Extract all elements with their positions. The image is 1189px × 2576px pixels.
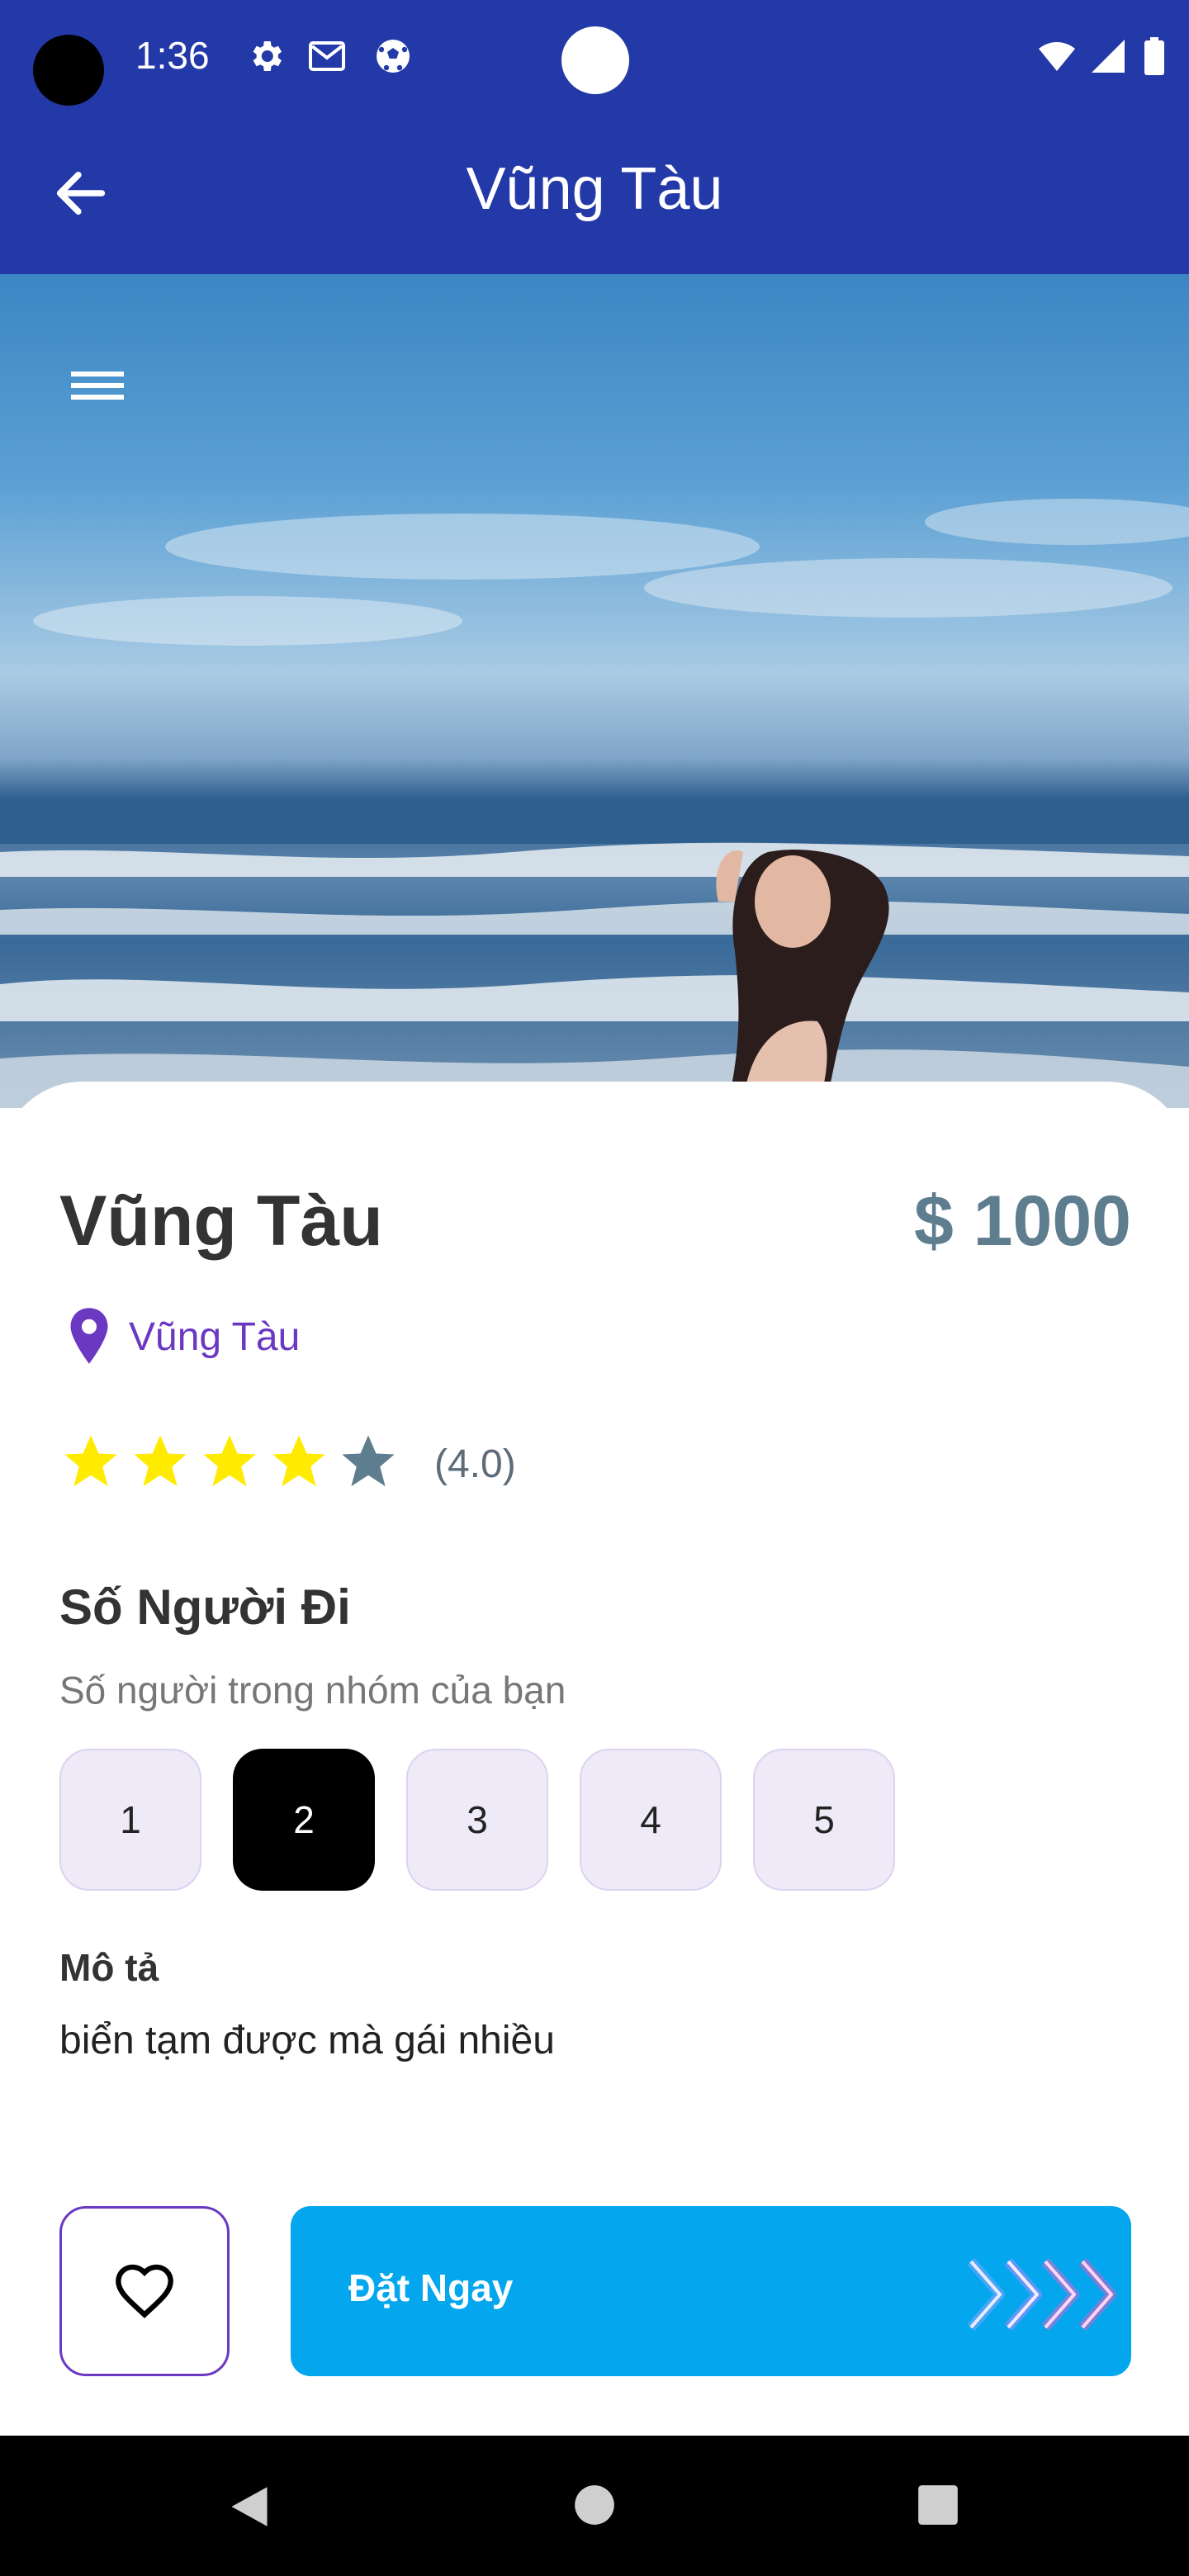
hamburger-menu-icon[interactable]: [66, 357, 132, 414]
beach-photo: [0, 499, 1189, 1108]
soccer-ball-icon: [377, 40, 410, 73]
star-filled-icon: [134, 1435, 187, 1487]
signal-icon: [1092, 40, 1125, 73]
heart-outline-icon: [116, 2264, 173, 2318]
notch-indicator: [561, 26, 629, 94]
gmail-icon: [309, 41, 345, 71]
people-option-3[interactable]: 3: [406, 1749, 548, 1891]
people-option-1[interactable]: 1: [59, 1749, 201, 1891]
people-option-5[interactable]: 5: [753, 1749, 895, 1891]
status-time: 1:36: [135, 34, 210, 77]
destination-title: Vũng Tàu: [59, 1181, 383, 1261]
people-section-title: Số Người Đi: [59, 1579, 351, 1635]
wifi-icon: [1039, 42, 1075, 71]
hero-image: [0, 274, 1189, 1108]
page-title: Vũng Tàu: [466, 156, 723, 222]
location-text: Vũng Tàu: [129, 1315, 301, 1359]
rating-value: (4.0): [434, 1442, 516, 1486]
status-bar: 1:36: [0, 0, 1189, 124]
people-option-4[interactable]: 4: [580, 1749, 722, 1891]
book-now-button[interactable]: Đặt Ngay: [291, 2206, 1131, 2376]
star-filled-icon: [203, 1435, 256, 1487]
people-option-2[interactable]: 2: [233, 1749, 375, 1891]
nav-home-icon[interactable]: [573, 2484, 616, 2526]
description-text: biển tạm được mà gái nhiều: [59, 2019, 555, 2062]
star-filled-icon: [64, 1435, 117, 1487]
camera-cutout: [33, 35, 104, 106]
people-section-subtitle: Số người trong nhóm của bạn: [59, 1669, 566, 1712]
description-title: Mô tả: [59, 1946, 159, 1989]
price-label: $ 1000: [913, 1181, 1131, 1261]
book-now-label: Đặt Ngay: [348, 2266, 514, 2309]
system-nav-bar: [0, 2436, 1189, 2576]
location-pin-icon: [70, 1308, 108, 1364]
battery-icon: [1144, 37, 1164, 75]
star-empty-icon: [342, 1435, 395, 1487]
star-filled-icon: [272, 1435, 325, 1487]
neon-arrows-icon: [967, 2258, 1116, 2331]
nav-recents-icon[interactable]: [917, 2484, 959, 2526]
nav-back-icon[interactable]: [228, 2484, 271, 2530]
favorite-button[interactable]: [59, 2206, 230, 2376]
settings-icon: [253, 41, 282, 71]
